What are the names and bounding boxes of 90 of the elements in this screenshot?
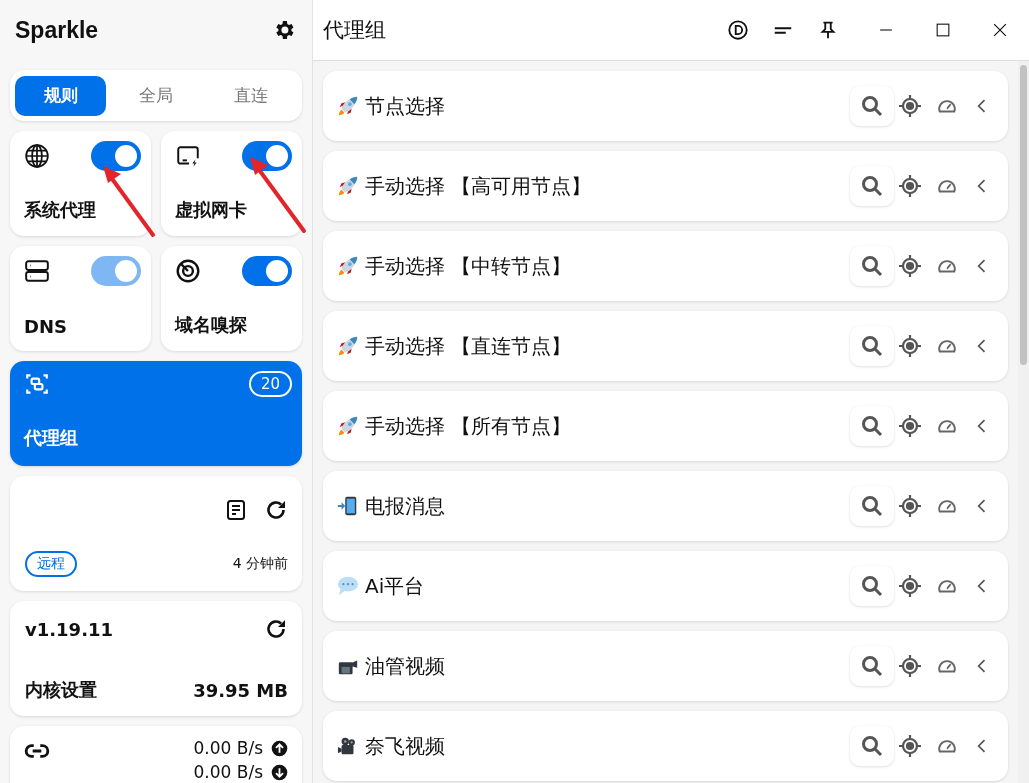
core-card[interactable]: v1.19.11 内核设置 39.95 MB [10, 601, 302, 716]
search-button[interactable] [850, 566, 894, 606]
search-icon [860, 414, 884, 438]
proxy-group-row[interactable]: Ai平台 [323, 551, 1008, 621]
search-icon [860, 654, 884, 678]
toggle-switch[interactable] [242, 256, 292, 286]
group-name: 电报消息 [365, 492, 446, 520]
search-button[interactable] [850, 86, 894, 126]
search-icon [860, 254, 884, 278]
search-icon [860, 174, 884, 198]
document-icon[interactable] [224, 498, 248, 522]
group-name: 节点选择 [365, 92, 446, 120]
search-button[interactable] [850, 166, 894, 206]
search-icon [860, 94, 884, 118]
search-icon [860, 494, 884, 518]
group-name: 手动选择 【所有节点】 [365, 412, 573, 440]
proxy-group-row[interactable]: 奈飞视频 [323, 711, 1008, 781]
proxy-group-row[interactable]: 手动选择 【中转节点】 [323, 231, 1008, 301]
mode-tab[interactable]: 全局 [110, 75, 202, 116]
toggle-card[interactable]: 虚拟网卡 [161, 131, 302, 236]
scan-icon [24, 371, 50, 397]
group-name: 手动选择 【高可用节点】 [365, 172, 593, 200]
proxy-group-row[interactable]: 手动选择 【直连节点】 [323, 311, 1008, 381]
crosshair-icon[interactable] [898, 414, 922, 438]
proxy-group-row[interactable]: 手动选择 【高可用节点】 [323, 151, 1008, 221]
rocket-icon [337, 95, 359, 117]
search-button[interactable] [850, 406, 894, 446]
speech-bubble-icon [337, 575, 359, 597]
search-icon [860, 574, 884, 598]
group-name: Ai平台 [365, 572, 426, 600]
download-speed: 0.00 B/s [193, 762, 263, 782]
core-version: v1.19.11 [25, 618, 114, 640]
crosshair-icon[interactable] [898, 94, 922, 118]
core-label: 内核设置 [25, 678, 97, 702]
toggle-label: 域名嗅探 [175, 313, 248, 337]
updated-time: 4 分钟前 [232, 555, 288, 573]
crosshair-icon[interactable] [898, 734, 922, 758]
letter-d-circle-icon[interactable] [727, 19, 749, 41]
search-button[interactable] [850, 646, 894, 686]
search-button[interactable] [850, 246, 894, 286]
remote-tag: 远程 [25, 551, 77, 577]
search-button[interactable] [850, 726, 894, 766]
rocket-icon [337, 175, 359, 197]
memory-usage: 39.95 MB [193, 679, 288, 701]
group-name: 奈飞视频 [365, 732, 446, 760]
toggle-switch[interactable] [91, 141, 141, 171]
phone-arrow-icon [337, 495, 359, 517]
crosshair-icon[interactable] [898, 174, 922, 198]
group-name: 手动选择 【直连节点】 [365, 332, 573, 360]
rocket-icon [337, 255, 359, 277]
refresh-icon[interactable] [264, 617, 288, 641]
profile-card[interactable]: 远程 4 分钟前 [10, 476, 302, 591]
traffic-card[interactable]: 0.00 B/s 0.00 B/s [10, 726, 302, 783]
toggle-card[interactable]: 域名嗅探 [161, 246, 302, 351]
proxy-group-card[interactable]: 20 代理组 [10, 361, 302, 466]
upload-speed: 0.00 B/s [193, 738, 263, 758]
toggle-label: 虚拟网卡 [175, 198, 248, 222]
group-name: 油管视频 [365, 652, 446, 680]
radar-icon [175, 258, 201, 284]
search-button[interactable] [850, 326, 894, 366]
globe-icon [24, 143, 50, 169]
toggle-card[interactable]: 系统代理 [10, 131, 151, 236]
rocket-icon [337, 415, 359, 437]
scrollbar[interactable] [1018, 61, 1029, 783]
refresh-icon[interactable] [264, 498, 288, 522]
crosshair-icon[interactable] [898, 574, 922, 598]
annotation-arrow [103, 166, 155, 237]
toggle-label: DNS [24, 316, 68, 337]
proxy-group-row[interactable]: 油管视频 [323, 631, 1008, 701]
proxy-group-row[interactable]: 节点选择 [323, 71, 1008, 141]
search-icon [860, 334, 884, 358]
search-button[interactable] [850, 486, 894, 526]
server-icon [24, 258, 50, 284]
page-title: 代理组 [323, 17, 386, 44]
card-label: 代理组 [24, 426, 79, 450]
crosshair-icon[interactable] [898, 334, 922, 358]
group-name: 手动选择 【中转节点】 [365, 252, 573, 280]
mode-tab[interactable]: 直连 [205, 75, 297, 116]
crosshair-icon[interactable] [898, 254, 922, 278]
mode-tab[interactable]: 规则 [15, 75, 107, 116]
toggle-switch[interactable] [242, 141, 292, 171]
search-icon [860, 734, 884, 758]
count-badge: 20 [248, 371, 292, 397]
app-title: Sparkle [15, 16, 99, 44]
crosshair-icon[interactable] [898, 494, 922, 518]
toggle-label: 系统代理 [24, 198, 97, 222]
crosshair-icon[interactable] [898, 654, 922, 678]
rocket-icon [337, 335, 359, 357]
proxy-group-row[interactable]: 手动选择 【所有节点】 [323, 391, 1008, 461]
proxy-group-row[interactable]: 电报消息 [323, 471, 1008, 541]
